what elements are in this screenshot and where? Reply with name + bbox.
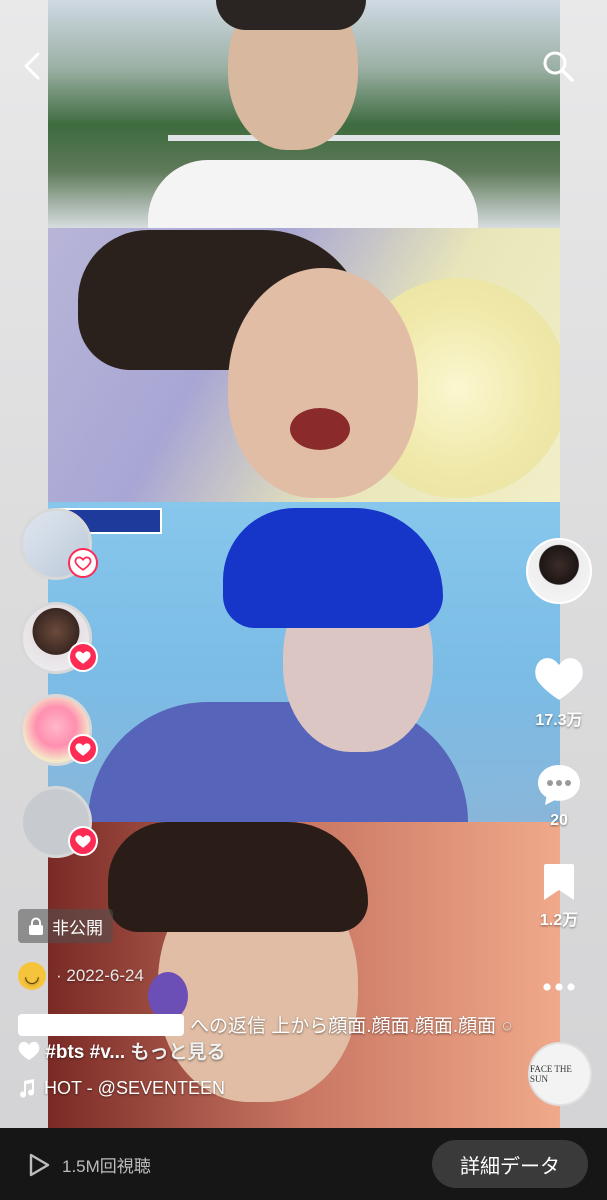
more-options-button[interactable]	[525, 972, 593, 1002]
reply-avatar-4[interactable]	[20, 786, 98, 858]
post-date: · 2022-6-24	[56, 966, 144, 985]
heart-icon	[535, 658, 583, 700]
post-meta: ◡ · 2022-6-24	[18, 962, 144, 990]
views-label: 1.5M回視聴	[62, 1157, 151, 1176]
reply-avatar-1[interactable]	[20, 508, 98, 580]
search-button[interactable]	[540, 48, 576, 84]
comment-icon	[538, 765, 580, 805]
music-disc[interactable]: FACE THE SUN	[528, 1042, 592, 1106]
like-button[interactable]: 17.3万	[525, 656, 593, 730]
search-icon	[543, 51, 574, 82]
music-info[interactable]: HOT - @SEVENTEEN	[18, 1078, 225, 1099]
heart-outline-icon[interactable]	[68, 548, 98, 578]
view-count: 1.5M回視聴	[28, 1152, 151, 1177]
reply-avatar-2[interactable]	[20, 602, 98, 674]
caption-text: への返信 上から顔面.顔面.顔面.顔面	[190, 1016, 497, 1037]
like-count: 17.3万	[535, 712, 583, 729]
circle-icon: ○	[501, 1016, 513, 1037]
music-title: HOT - @SEVENTEEN	[44, 1078, 225, 1098]
video-frame-3	[48, 502, 560, 822]
heart-icon[interactable]	[68, 642, 98, 672]
comment-count: 20	[550, 812, 568, 829]
bottom-bar: 1.5M回視聴 詳細データ	[0, 1128, 607, 1200]
reply-avatar-3[interactable]	[20, 694, 98, 766]
chevron-left-icon	[24, 52, 40, 80]
video-frame-1	[48, 0, 560, 228]
details-button[interactable]: 詳細データ	[432, 1140, 588, 1188]
save-count: 1.2万	[539, 912, 579, 929]
music-note-icon	[20, 1078, 35, 1098]
private-badge: 非公開	[18, 909, 113, 943]
lock-icon	[29, 917, 43, 935]
post-caption[interactable]: への返信 上から顔面.顔面.顔面.顔面 ○ #bts #v... もっと見る	[18, 1014, 518, 1066]
more-horizontal-icon	[543, 983, 575, 991]
smiling-cat-emoji-icon: ◡	[18, 962, 46, 990]
video-frame-2	[48, 228, 560, 502]
heart-icon[interactable]	[68, 734, 98, 764]
redacted-username	[18, 1014, 184, 1036]
video-player[interactable]: 17.3万 20 1.2万 FACE THE SUN 非公開 ◡ · 2022-…	[0, 0, 607, 1128]
heart-icon[interactable]	[68, 826, 98, 856]
bookmark-icon	[544, 864, 574, 900]
hashtags[interactable]: #bts #v...	[45, 1042, 125, 1063]
privacy-label: 非公開	[52, 918, 103, 938]
save-button[interactable]: 1.2万	[525, 862, 593, 930]
white-heart-icon	[18, 1041, 40, 1061]
comment-button[interactable]: 20	[525, 762, 593, 830]
play-icon	[29, 1153, 50, 1176]
creator-avatar[interactable]	[526, 538, 592, 604]
back-button[interactable]	[16, 48, 52, 84]
see-more-link[interactable]: もっと見る	[130, 1042, 225, 1063]
disc-label: FACE THE SUN	[530, 1064, 572, 1084]
